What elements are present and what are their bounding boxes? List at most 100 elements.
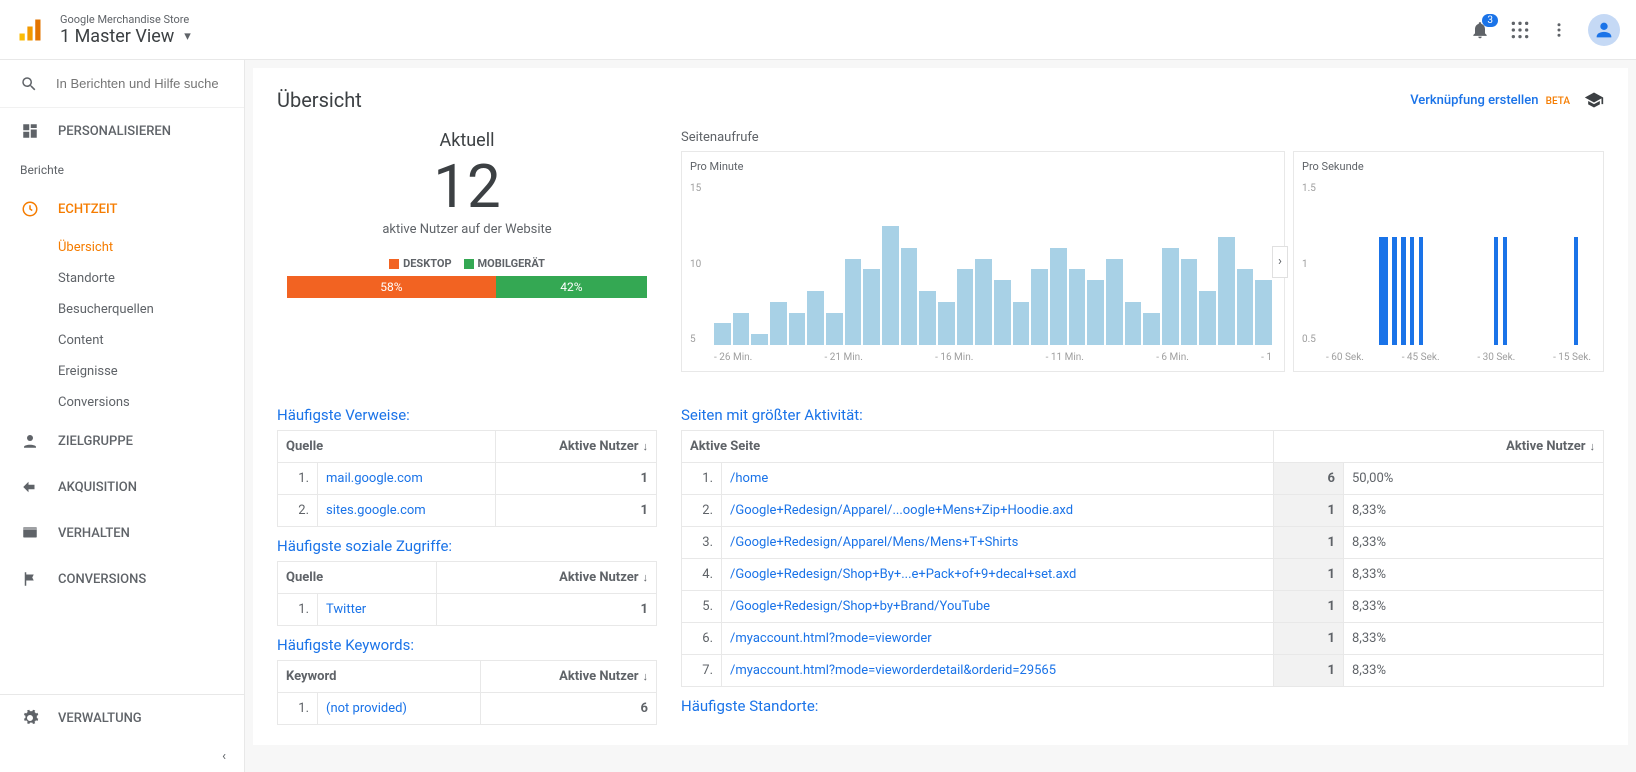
row-users: 1 bbox=[495, 495, 656, 527]
pageviews-per-second-chart: Pro Sekunde 1.510.5 - 60 Sek.- 45 Sek.- … bbox=[1293, 151, 1604, 372]
referrals-title: Häufigste Verweise: bbox=[277, 406, 657, 424]
education-icon[interactable] bbox=[1584, 90, 1604, 110]
view-name: 1 Master View bbox=[60, 26, 174, 47]
col-header[interactable]: Aktive Nutzer↓ bbox=[436, 562, 656, 594]
sidebar-sub-item[interactable]: Conversions bbox=[0, 387, 244, 418]
nav-conversions[interactable]: CONVERSIONS bbox=[0, 556, 244, 602]
chart-bar bbox=[845, 259, 862, 345]
page-link[interactable]: /Google+Redesign/Shop+By+...e+Pack+of+9+… bbox=[730, 567, 1076, 582]
row-pct: 50,00% bbox=[1344, 463, 1604, 495]
chart-bar bbox=[770, 302, 787, 345]
create-link-button[interactable]: Verknüpfung erstellen BETA bbox=[1410, 93, 1570, 108]
row-source: (not provided) bbox=[318, 693, 481, 725]
row-index: 2. bbox=[682, 495, 722, 527]
source-link[interactable]: sites.google.com bbox=[326, 503, 426, 518]
current-label: Aktuell bbox=[277, 130, 657, 151]
row-pct: 8,33% bbox=[1344, 495, 1604, 527]
desktop-label: DESKTOP bbox=[403, 257, 451, 270]
chart-bar bbox=[1255, 280, 1272, 345]
source-link[interactable]: Twitter bbox=[326, 602, 366, 617]
nav-audience[interactable]: ZIELGRUPPE bbox=[0, 418, 244, 464]
sidebar-sub-item[interactable]: Ereignisse bbox=[0, 356, 244, 387]
chart-bar bbox=[1162, 248, 1179, 345]
col-header[interactable]: Aktive Nutzer↓ bbox=[1274, 431, 1604, 463]
chart-bar bbox=[1106, 259, 1123, 345]
page-link[interactable]: /myaccount.html?mode=vieworder bbox=[730, 631, 932, 646]
row-source: mail.google.com bbox=[318, 463, 496, 495]
row-source: sites.google.com bbox=[318, 495, 496, 527]
notif-badge: 3 bbox=[1482, 14, 1498, 27]
row-users: 1 bbox=[495, 463, 656, 495]
user-avatar[interactable] bbox=[1588, 14, 1620, 46]
col-header[interactable]: Quelle bbox=[278, 562, 437, 594]
chart-bar bbox=[994, 280, 1011, 345]
device-split-bar: 58% 42% bbox=[287, 276, 647, 298]
more-menu-icon[interactable] bbox=[1550, 21, 1568, 39]
sidebar-sub-item[interactable]: Besucherquellen bbox=[0, 294, 244, 325]
row-users: 1 bbox=[1274, 559, 1344, 591]
acquisition-icon bbox=[20, 478, 40, 496]
search-input[interactable] bbox=[56, 76, 224, 91]
sidebar-sub-item[interactable]: Standorte bbox=[0, 263, 244, 294]
row-index: 6. bbox=[682, 623, 722, 655]
source-link[interactable]: (not provided) bbox=[326, 701, 407, 716]
person-icon bbox=[1593, 19, 1615, 41]
chart-bar bbox=[1013, 302, 1030, 345]
sidebar-sub-item[interactable]: Übersicht bbox=[0, 232, 244, 263]
page-link[interactable]: /home bbox=[730, 471, 768, 486]
mobile-bar-segment: 42% bbox=[496, 276, 647, 298]
col-header[interactable]: Aktive Seite bbox=[682, 431, 1274, 463]
col-header[interactable]: Keyword bbox=[278, 661, 481, 693]
row-pct: 8,33% bbox=[1344, 559, 1604, 591]
nav-behavior[interactable]: VERHALTEN bbox=[0, 510, 244, 556]
apps-grid-icon[interactable] bbox=[1510, 20, 1530, 40]
row-users: 1 bbox=[1274, 623, 1344, 655]
table-row: 1. Twitter 1 bbox=[278, 594, 657, 626]
current-sub: aktive Nutzer auf der Website bbox=[277, 222, 657, 237]
collapse-sidebar-button[interactable]: ‹ bbox=[0, 741, 244, 772]
row-index: 4. bbox=[682, 559, 722, 591]
col-header[interactable]: Quelle bbox=[278, 431, 496, 463]
chart-bar bbox=[1419, 237, 1423, 345]
page-link[interactable]: /Google+Redesign/Apparel/...oogle+Mens+Z… bbox=[730, 503, 1073, 518]
chart-bar bbox=[1181, 259, 1198, 345]
chevron-down-icon: ▾ bbox=[184, 29, 191, 44]
nav-personalize[interactable]: PERSONALISIEREN bbox=[0, 108, 244, 154]
chart-bar bbox=[1237, 269, 1254, 345]
row-index: 1. bbox=[682, 463, 722, 495]
keywords-title: Häufigste Keywords: bbox=[277, 636, 657, 654]
table-row: 2. sites.google.com 1 bbox=[278, 495, 657, 527]
table-row: 3. /Google+Redesign/Apparel/Mens/Mens+T+… bbox=[682, 527, 1604, 559]
nav-realtime[interactable]: ECHTZEIT bbox=[0, 186, 244, 232]
row-index: 1. bbox=[278, 594, 318, 626]
chart-bar bbox=[957, 269, 974, 345]
col-header[interactable]: Aktive Nutzer↓ bbox=[480, 661, 656, 693]
row-page: /myaccount.html?mode=vieworder bbox=[722, 623, 1274, 655]
col-header[interactable]: Aktive Nutzer↓ bbox=[495, 431, 656, 463]
page-link[interactable]: /myaccount.html?mode=vieworderdetail&ord… bbox=[730, 663, 1056, 678]
chart-bar bbox=[882, 226, 899, 345]
behavior-icon bbox=[20, 524, 40, 542]
sidebar-sub-item[interactable]: Content bbox=[0, 325, 244, 356]
search-icon bbox=[20, 75, 38, 93]
nav-admin[interactable]: VERWALTUNG bbox=[0, 695, 244, 741]
sort-down-icon: ↓ bbox=[643, 670, 649, 683]
chart-bar bbox=[1401, 237, 1405, 345]
nav-acquisition[interactable]: AKQUISITION bbox=[0, 464, 244, 510]
chart-bar bbox=[826, 313, 843, 345]
sort-down-icon: ↓ bbox=[643, 571, 649, 584]
view-selector[interactable]: 1 Master View ▾ bbox=[60, 26, 191, 47]
page-link[interactable]: /Google+Redesign/Apparel/Mens/Mens+T+Shi… bbox=[730, 535, 1018, 550]
source-link[interactable]: mail.google.com bbox=[326, 471, 423, 486]
row-index: 1. bbox=[278, 463, 318, 495]
expand-chart-button[interactable]: › bbox=[1272, 246, 1288, 278]
row-users: 1 bbox=[1274, 655, 1344, 687]
notifications-button[interactable]: 3 bbox=[1470, 20, 1490, 40]
row-source: Twitter bbox=[318, 594, 437, 626]
chart-bar bbox=[1383, 237, 1387, 345]
row-page: /myaccount.html?mode=vieworderdetail&ord… bbox=[722, 655, 1274, 687]
mobile-label: MOBILGERÄT bbox=[478, 257, 545, 270]
chart-bar bbox=[1069, 269, 1086, 345]
page-link[interactable]: /Google+Redesign/Shop+by+Brand/YouTube bbox=[730, 599, 990, 614]
dashboard-icon bbox=[20, 122, 40, 140]
